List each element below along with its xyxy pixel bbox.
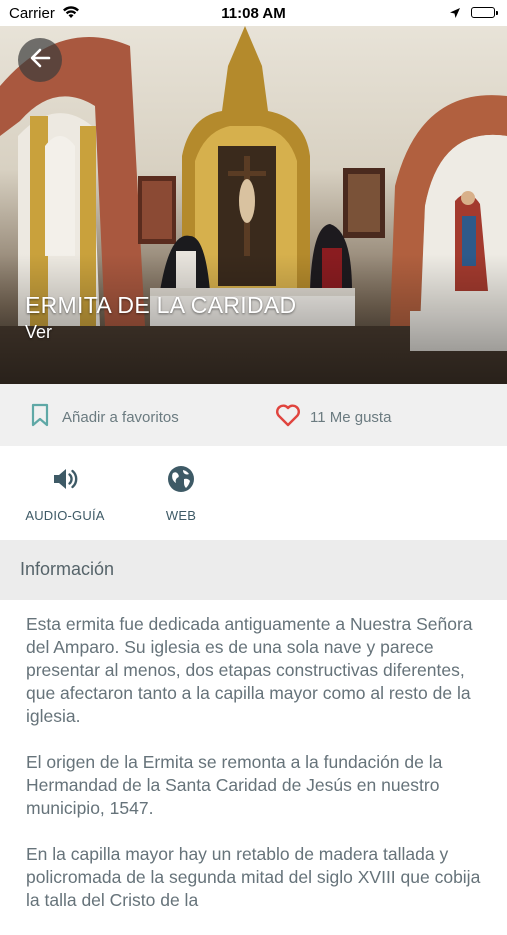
audio-guide-button[interactable]: AUDIO-GUÍA	[10, 466, 120, 523]
web-label: WEB	[165, 508, 197, 523]
audio-guide-label: AUDIO-GUÍA	[25, 508, 105, 523]
like-button[interactable]: 11 Me gusta	[275, 403, 391, 432]
information-section-header: Información	[0, 540, 507, 600]
add-to-favorites-button[interactable]: Añadir a favoritos	[30, 403, 179, 432]
arrow-left-icon	[29, 47, 51, 74]
back-button[interactable]	[18, 38, 62, 82]
hero-gradient-overlay	[0, 254, 507, 384]
description-text: Esta ermita fue dedicada antiguamente a …	[26, 613, 491, 935]
web-button[interactable]: WEB	[126, 465, 236, 523]
battery-icon	[471, 7, 498, 18]
section-title: Información	[20, 559, 115, 579]
likes-count-label: 11 Me gusta	[310, 409, 392, 426]
paragraph: El origen de la Ermita se remonta a la f…	[26, 752, 443, 818]
heart-icon	[275, 403, 301, 432]
location-arrow-icon	[449, 6, 461, 23]
globe-icon	[167, 465, 195, 498]
clock: 11:08 AM	[221, 5, 286, 22]
tools-row: AUDIO-GUÍA WEB	[0, 446, 507, 540]
hero-image: ERMITA DE LA CARIDAD Ver	[0, 26, 507, 384]
paragraph: Esta ermita fue dedicada antiguamente a …	[26, 614, 473, 726]
speaker-icon	[51, 466, 79, 497]
status-bar: Carrier 11:08 AM	[0, 0, 507, 26]
action-bar: Añadir a favoritos 11 Me gusta	[0, 384, 507, 446]
place-title: ERMITA DE LA CARIDAD	[25, 292, 297, 318]
view-link[interactable]: Ver	[25, 322, 52, 343]
favorites-label: Añadir a favoritos	[62, 409, 179, 426]
paragraph: En la capilla mayor hay un retablo de ma…	[26, 844, 481, 910]
bookmark-icon	[30, 403, 50, 432]
